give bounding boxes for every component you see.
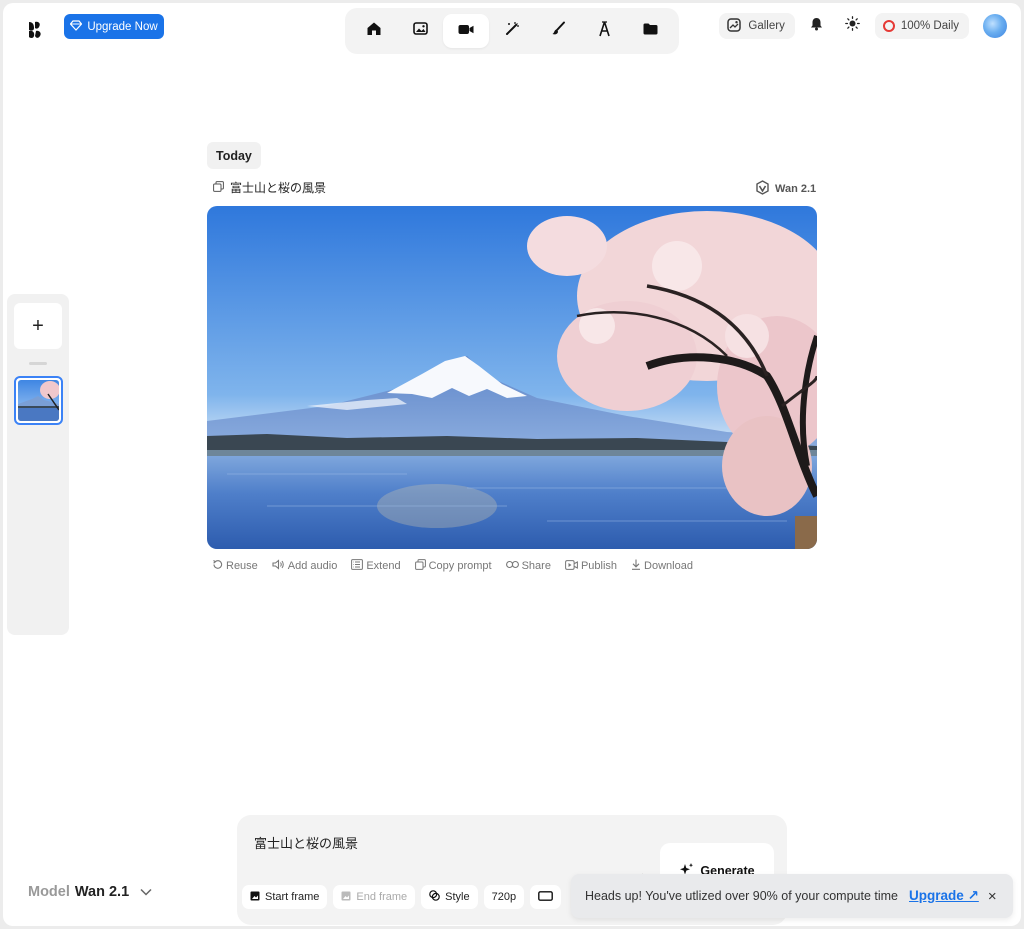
start-frame-button[interactable]: Start frame [242,885,328,909]
sun-icon [845,16,861,36]
video-actions: Reuse Add audio Extend Copy prompt Share… [212,559,693,573]
upgrade-now-label: Upgrade Now [87,20,158,33]
new-generation-button[interactable]: + [14,303,62,349]
main-nav [345,8,679,54]
share-label: Share [521,560,551,572]
compute-warning-toast: Heads up! You've utlized over 90% of you… [571,874,1013,918]
reuse-button[interactable]: Reuse [212,559,258,573]
history-sidebar: + [7,294,69,635]
reuse-label: Reuse [226,560,258,572]
model-selector[interactable]: Model Wan 2.1 [28,884,152,900]
nav-video[interactable] [443,14,489,48]
gallery-icon [727,17,742,35]
copy-prompt-label: Copy prompt [428,560,492,572]
model-badge-label: Wan 2.1 [775,183,817,195]
audio-icon [272,559,285,573]
upgrade-now-button[interactable]: Upgrade Now [64,14,164,39]
style-button[interactable]: Style [421,885,478,909]
download-label: Download [644,560,693,572]
composer-tools: Start frame End frame Style 720p [242,885,562,909]
aspect-ratio-button[interactable] [530,885,562,909]
date-group-label: Today [207,142,261,169]
add-audio-button[interactable]: Add audio [272,559,338,573]
folder-icon [643,22,658,40]
style-label: Style [445,891,470,903]
reuse-icon [212,559,223,573]
aspect-ratio-icon [538,890,554,904]
theme-toggle-button[interactable] [839,13,867,39]
history-thumbnail-selected[interactable] [14,376,63,425]
wan-logo-icon [755,180,770,198]
download-icon [631,559,641,573]
nav-text[interactable] [581,14,627,48]
resolution-button[interactable]: 720p [483,885,525,909]
app-window: Upgrade Now Gallery 100% Daily + Today 富… [3,3,1021,926]
toast-upgrade-link[interactable]: Upgrade ↗ [909,888,979,904]
top-right-controls: Gallery 100% Daily [719,13,1007,39]
copy-title-icon[interactable] [213,180,224,195]
extend-icon [351,559,364,573]
nav-edit[interactable] [535,14,581,48]
image-frame-icon [341,891,351,904]
gallery-button[interactable]: Gallery [719,13,795,39]
resolution-label: 720p [491,891,517,903]
brush-icon [551,21,566,41]
plus-icon: + [32,314,44,337]
sidebar-divider [29,362,47,365]
extend-label: Extend [366,560,401,572]
home-icon [366,21,382,41]
nav-magic[interactable] [489,14,535,48]
generated-video[interactable] [207,206,817,549]
generation-prompt-text: 富士山と桜の風景 [230,181,327,195]
diamond-icon [70,19,83,34]
video-icon [458,22,474,40]
credits-ring-icon [882,20,895,32]
copy-icon [414,559,426,573]
prompt-input[interactable]: 富士山と桜の風景 [254,833,358,852]
image-frame-icon [250,891,260,904]
end-frame-label: End frame [356,891,408,903]
publish-icon [565,559,578,573]
chevron-down-icon [140,884,152,900]
publish-button[interactable]: Publish [565,559,617,573]
publish-label: Publish [580,560,618,572]
generation-title: 富士山と桜の風景 [213,179,326,196]
model-selector-label: Model [28,884,70,900]
text-icon [598,20,611,42]
bell-icon [810,17,823,36]
close-icon[interactable]: × [988,888,997,905]
gallery-label: Gallery [748,20,785,32]
copy-prompt-button[interactable]: Copy prompt [414,559,492,573]
nav-image[interactable] [397,14,443,48]
model-selector-value: Wan 2.1 [74,884,130,900]
style-icon [429,890,440,904]
app-logo[interactable] [25,19,47,41]
start-frame-label: Start frame [265,891,320,903]
nav-folder[interactable] [627,14,673,48]
image-icon [412,22,428,40]
end-frame-button[interactable]: End frame [333,885,416,909]
extend-button[interactable]: Extend [351,559,401,573]
download-button[interactable]: Download [631,559,693,573]
model-badge: Wan 2.1 [755,180,816,198]
add-audio-label: Add audio [287,560,338,572]
notifications-button[interactable] [803,13,831,39]
nav-home[interactable] [351,14,397,48]
toast-message: Heads up! You've utlized over 90% of you… [585,889,898,903]
daily-credits-label: 100% Daily [900,20,959,32]
user-avatar[interactable] [983,14,1007,38]
link-icon [505,560,519,572]
magic-wand-icon [505,21,520,41]
share-button[interactable]: Share [505,559,551,573]
daily-credits-button[interactable]: 100% Daily [874,13,969,39]
